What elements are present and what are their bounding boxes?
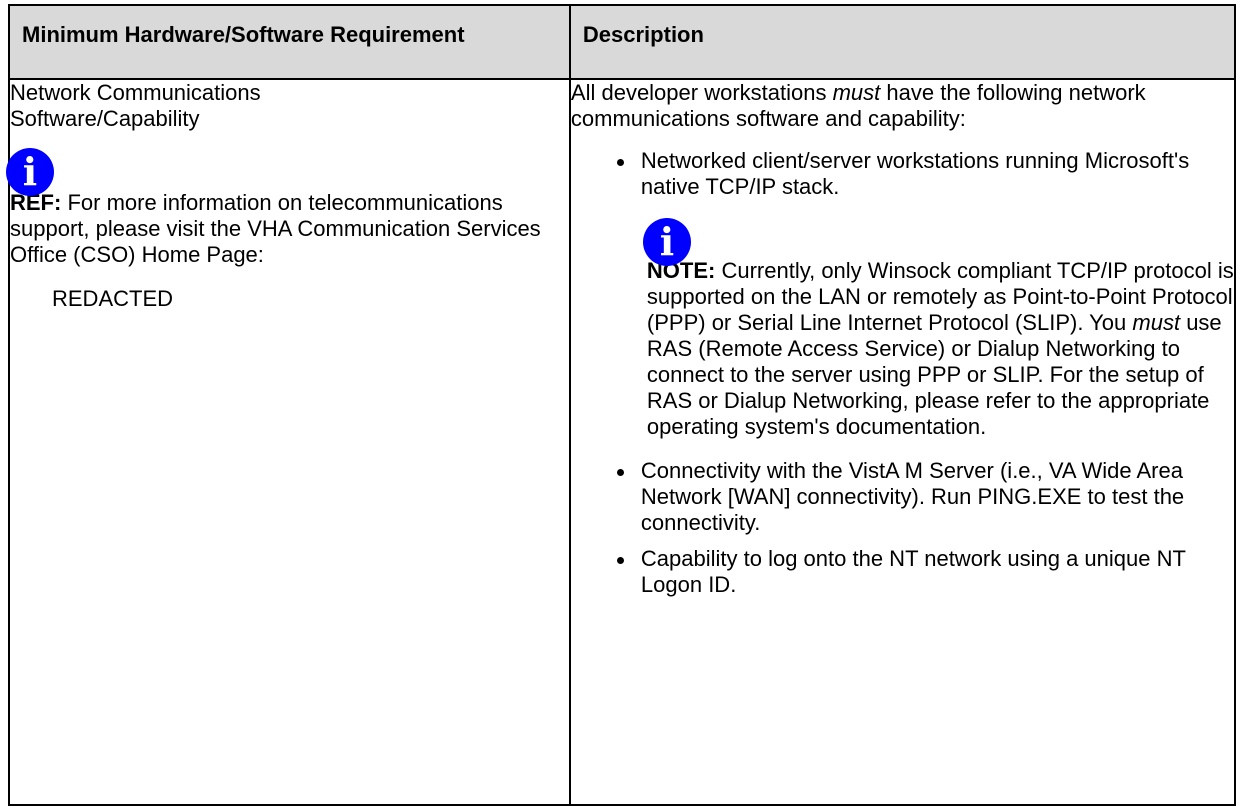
requirements-list: Networked client/server workstations run… bbox=[571, 148, 1234, 200]
requirement-cell: Network Communications Software/Capabili… bbox=[6, 78, 571, 806]
info-icon: i bbox=[642, 218, 691, 266]
bullet-icon bbox=[616, 557, 624, 564]
bullet-icon bbox=[616, 469, 624, 476]
list-item: Connectivity with the VistA M Server (i.… bbox=[571, 458, 1234, 536]
header-requirement: Minimum Hardware/Software Requirement bbox=[8, 4, 571, 80]
ref-text: For more information on telecommunicatio… bbox=[10, 190, 541, 267]
ref-note: i REF: For more information on telecommu… bbox=[6, 148, 569, 312]
list-item: Capability to log onto the NT network us… bbox=[571, 546, 1234, 598]
description-cell: All developer workstations must have the… bbox=[568, 78, 1237, 806]
winsock-note: i NOTE: Currently, only Winsock complian… bbox=[642, 218, 1234, 440]
list-item: Networked client/server workstations run… bbox=[571, 148, 1234, 200]
redacted-link: REDACTED bbox=[52, 286, 174, 311]
table-row: Network Communications Software/Capabili… bbox=[6, 78, 1237, 806]
description-intro: All developer workstations must have the… bbox=[570, 80, 1146, 131]
requirement-name: Network Communications Software/Capabili… bbox=[10, 80, 261, 131]
requirements-list-cont: Connectivity with the VistA M Server (i.… bbox=[571, 458, 1234, 598]
info-icon: i bbox=[6, 148, 54, 196]
bullet-icon bbox=[616, 159, 624, 166]
requirements-table: Minimum Hardware/Software Requirement De… bbox=[6, 4, 1237, 806]
table-header-row: Minimum Hardware/Software Requirement De… bbox=[8, 4, 1237, 80]
header-description: Description bbox=[568, 4, 1237, 80]
